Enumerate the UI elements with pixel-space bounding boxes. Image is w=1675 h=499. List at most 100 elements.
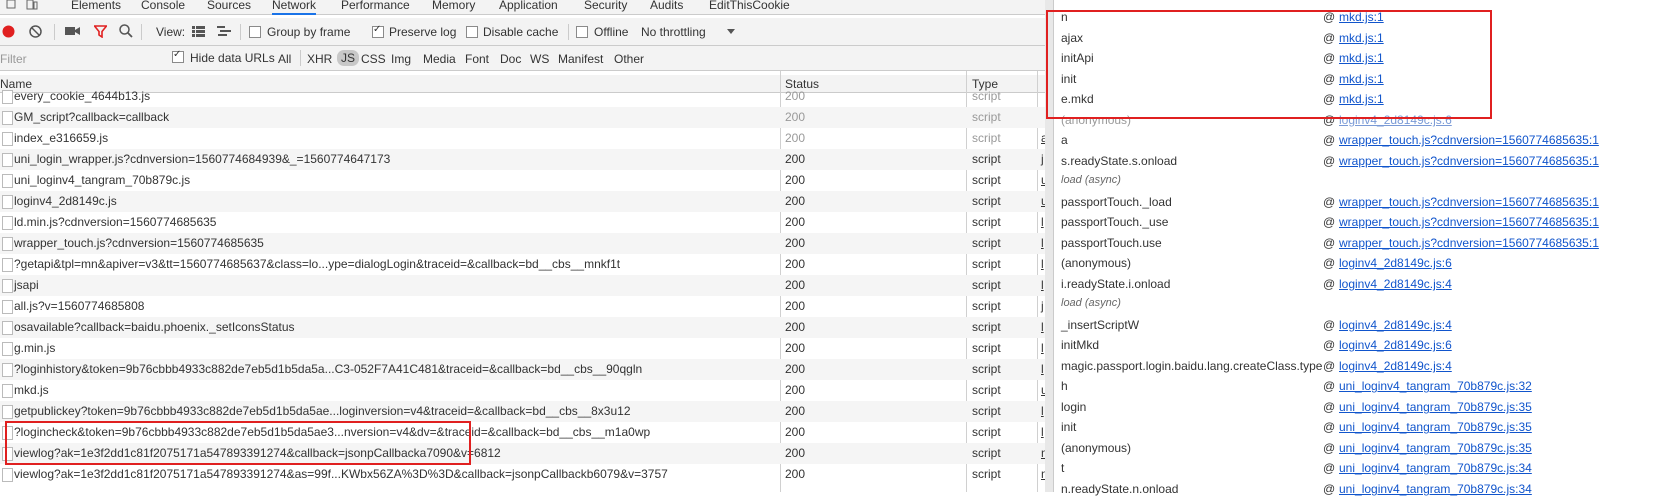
type-filter-img[interactable]: Img xyxy=(391,52,411,66)
device-toolbar-icon[interactable] xyxy=(26,0,38,10)
request-name[interactable]: mkd.js xyxy=(14,383,49,397)
type-filter-js[interactable]: JS xyxy=(337,50,360,66)
disable-cache-checkbox[interactable] xyxy=(466,26,478,38)
request-initiator[interactable]: l xyxy=(1041,425,1044,439)
table-row[interactable]: g.min.js 200 script l xyxy=(0,338,1045,359)
request-initiator[interactable]: l xyxy=(1041,320,1044,334)
request-name[interactable]: ld.min.js?cdnversion=1560774685635 xyxy=(14,215,216,229)
offline-checkbox[interactable] xyxy=(576,26,588,38)
type-filter-css[interactable]: CSS xyxy=(361,52,386,66)
tab-console[interactable]: Console xyxy=(141,0,185,13)
overview-icon[interactable] xyxy=(217,26,231,37)
request-name[interactable]: osavailable?callback=baidu.phoenix._setI… xyxy=(14,320,295,334)
filter-input[interactable]: Filter xyxy=(0,52,27,66)
request-initiator[interactable]: l xyxy=(1041,257,1044,271)
frame-source-link[interactable]: uni_loginv4_tangram_70b879c.js:35 xyxy=(1339,441,1532,455)
tab-editthiscookie[interactable]: EditThisCookie xyxy=(709,0,790,13)
table-row[interactable]: uni_loginv4_tangram_70b879c.js 200 script u xyxy=(0,170,1045,191)
tab-network[interactable]: Network xyxy=(272,0,317,15)
frame-source-link[interactable]: uni_loginv4_tangram_70b879c.js:35 xyxy=(1339,420,1532,434)
type-filter-xhr[interactable]: XHR xyxy=(307,52,332,66)
table-row[interactable]: osavailable?callback=baidu.phoenix._setI… xyxy=(0,317,1045,338)
frame-source-link[interactable]: mkd.js:1 xyxy=(1339,31,1384,45)
group-by-frame-checkbox[interactable] xyxy=(249,26,261,38)
frame-source-link[interactable]: wrapper_touch.js?cdnversion=156077468563… xyxy=(1339,215,1599,229)
tab-memory[interactable]: Memory xyxy=(432,0,475,13)
type-filter-doc[interactable]: Doc xyxy=(500,52,521,66)
table-row[interactable]: mkd.js 200 script u xyxy=(0,380,1045,401)
table-row[interactable]: all.js?v=1560774685808 200 script j xyxy=(0,296,1045,317)
request-initiator[interactable]: l xyxy=(1041,215,1044,229)
tab-performance[interactable]: Performance xyxy=(341,0,410,13)
request-name[interactable]: uni_login_wrapper.js?cdnversion=15607746… xyxy=(14,152,390,166)
request-initiator[interactable]: l xyxy=(1041,404,1044,418)
table-row[interactable]: getpublickey?token=9b76cbbb4933c882de7eb… xyxy=(0,401,1045,422)
frame-source-link[interactable]: uni_loginv4_tangram_70b879c.js:34 xyxy=(1339,482,1532,496)
camera-icon[interactable] xyxy=(65,25,80,37)
chevron-down-icon[interactable] xyxy=(727,29,735,35)
table-row[interactable]: loginv4_2d8149c.js 200 script u xyxy=(0,191,1045,212)
frame-source-link[interactable]: uni_loginv4_tangram_70b879c.js:32 xyxy=(1339,379,1532,393)
type-filter-other[interactable]: Other xyxy=(614,52,644,66)
table-row[interactable]: ?logincheck&token=9b76cbbb4933c882de7eb5… xyxy=(0,422,1045,443)
type-filter-all[interactable]: All xyxy=(278,52,291,66)
table-row[interactable]: every_cookie_4644b13.js 200 script xyxy=(0,86,1045,107)
table-row[interactable]: ld.min.js?cdnversion=1560774685635 200 scr… xyxy=(0,212,1045,233)
hide-data-urls-checkbox[interactable] xyxy=(172,49,184,63)
frame-source-link[interactable]: loginv4_2d8149c.js:4 xyxy=(1339,318,1452,332)
clear-icon[interactable] xyxy=(29,25,42,38)
table-row[interactable]: ?loginhistory&token=9b76cbbb4933c882de7e… xyxy=(0,359,1045,380)
inspect-element-icon[interactable] xyxy=(6,0,18,10)
request-initiator[interactable]: l xyxy=(1041,278,1044,292)
frame-source-link[interactable]: uni_loginv4_tangram_70b879c.js:35 xyxy=(1339,400,1532,414)
frame-source-link[interactable]: mkd.js:1 xyxy=(1339,92,1384,106)
request-name[interactable]: loginv4_2d8149c.js xyxy=(14,194,117,208)
preserve-log-checkbox[interactable] xyxy=(372,24,384,38)
search-icon[interactable] xyxy=(119,24,133,38)
request-name[interactable]: viewlog?ak=1e3f2dd1c81f2075171a547893391… xyxy=(14,446,501,460)
tab-sources[interactable]: Sources xyxy=(207,0,251,13)
tab-elements[interactable]: Elements xyxy=(71,0,121,13)
frame-source-link[interactable]: mkd.js:1 xyxy=(1339,10,1384,24)
frame-source-link[interactable]: wrapper_touch.js?cdnversion=156077468563… xyxy=(1339,154,1599,168)
frame-source-link[interactable]: uni_loginv4_tangram_70b879c.js:34 xyxy=(1339,461,1532,475)
frame-source-link[interactable]: loginv4_2d8149c.js:4 xyxy=(1339,359,1452,373)
frame-source-link[interactable]: mkd.js:1 xyxy=(1339,51,1384,65)
request-name[interactable]: g.min.js xyxy=(14,341,55,355)
type-filter-manifest[interactable]: Manifest xyxy=(558,52,603,66)
frame-source-link[interactable]: loginv4_2d8149c.js:6 xyxy=(1339,256,1452,270)
request-initiator[interactable]: j xyxy=(1041,152,1044,166)
frame-source-link[interactable]: wrapper_touch.js?cdnversion=156077468563… xyxy=(1339,195,1599,209)
filter-icon[interactable] xyxy=(94,25,107,38)
tab-application[interactable]: Application xyxy=(499,0,558,13)
request-name[interactable]: index_e316659.js xyxy=(14,131,108,145)
frame-source-link[interactable]: loginv4_2d8149c.js:6 xyxy=(1339,113,1452,127)
table-row[interactable]: GM_script?callback=callback 200 script xyxy=(0,107,1045,128)
record-icon[interactable] xyxy=(2,25,15,38)
request-name[interactable]: GM_script?callback=callback xyxy=(14,110,169,124)
frame-source-link[interactable]: wrapper_touch.js?cdnversion=156077468563… xyxy=(1339,133,1599,147)
request-initiator[interactable]: l xyxy=(1041,362,1044,376)
table-row[interactable]: viewlog?ak=1e3f2dd1c81f2075171a547893391… xyxy=(0,464,1045,485)
request-name[interactable]: uni_loginv4_tangram_70b879c.js xyxy=(14,173,190,187)
table-row[interactable]: viewlog?ak=1e3f2dd1c81f2075171a547893391… xyxy=(0,443,1045,464)
request-name[interactable]: ?loginhistory&token=9b76cbbb4933c882de7e… xyxy=(14,362,642,376)
frame-source-link[interactable]: wrapper_touch.js?cdnversion=156077468563… xyxy=(1339,236,1599,250)
frame-source-link[interactable]: loginv4_2d8149c.js:4 xyxy=(1339,277,1452,291)
throttling-select[interactable]: No throttling xyxy=(641,25,706,39)
type-filter-media[interactable]: Media xyxy=(423,52,456,66)
table-row[interactable]: wrapper_touch.js?cdnversion=156077468563… xyxy=(0,233,1045,254)
request-name[interactable]: every_cookie_4644b13.js xyxy=(14,89,150,103)
tab-security[interactable]: Security xyxy=(584,0,627,13)
request-name[interactable]: ?getapi&tpl=mn&apiver=v3&tt=156077468563… xyxy=(14,257,620,271)
table-row[interactable]: jsapi 200 script l xyxy=(0,275,1045,296)
request-name[interactable]: ?logincheck&token=9b76cbbb4933c882de7eb5… xyxy=(14,425,650,439)
table-row[interactable]: ?getapi&tpl=mn&apiver=v3&tt=156077468563… xyxy=(0,254,1045,275)
table-row[interactable]: index_e316659.js 200 script a xyxy=(0,128,1045,149)
request-name[interactable]: all.js?v=1560774685808 xyxy=(14,299,144,313)
request-initiator[interactable]: l xyxy=(1041,236,1044,250)
request-name[interactable]: viewlog?ak=1e3f2dd1c81f2075171a547893391… xyxy=(14,467,668,481)
large-rows-icon[interactable] xyxy=(192,26,205,37)
table-row[interactable]: uni_login_wrapper.js?cdnversion=15607746… xyxy=(0,149,1045,170)
request-initiator[interactable]: j xyxy=(1041,299,1044,313)
